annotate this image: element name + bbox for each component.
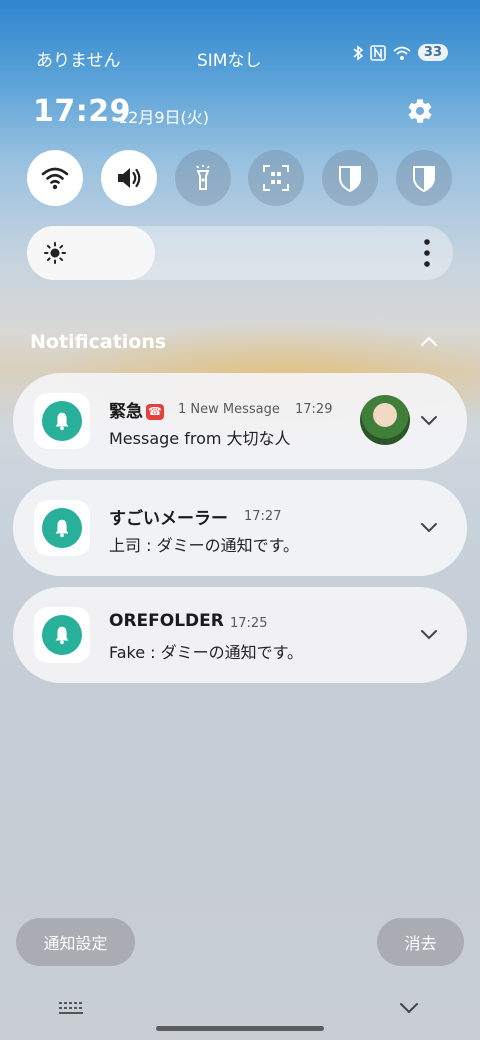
wifi-icon	[41, 167, 69, 190]
chevron-down-icon[interactable]	[419, 627, 439, 641]
qr-scan-icon	[263, 165, 289, 191]
speaker-icon	[118, 168, 141, 188]
settings-gear-icon[interactable]	[406, 97, 434, 125]
flashlight-icon	[196, 165, 210, 190]
notification-body: Fake : ダミーの通知です。	[109, 643, 304, 662]
wifi-toggle[interactable]	[27, 150, 83, 206]
notification-body: Message from 大切な人	[109, 429, 291, 448]
alarm-light-icon: ☎	[146, 404, 164, 420]
shield-icon	[339, 166, 361, 193]
notification-app-name: すごいメーラー	[109, 509, 228, 529]
app-icon	[34, 500, 90, 556]
notification-time: 17:29	[295, 402, 333, 417]
hide-panel-chevron-icon[interactable]	[398, 1000, 420, 1016]
keyboard-icon[interactable]	[58, 1000, 84, 1016]
shield-toggle-2[interactable]	[396, 150, 452, 206]
bell-icon	[55, 519, 69, 538]
home-indicator[interactable]	[156, 1026, 324, 1031]
sun-icon	[44, 242, 66, 264]
sim-label: SIMなし	[197, 51, 262, 71]
shield-toggle-1[interactable]	[322, 150, 378, 206]
notification-time: 17:27	[244, 509, 282, 524]
brightness-slider[interactable]	[27, 226, 453, 280]
bell-icon	[55, 626, 69, 645]
sender-avatar	[360, 395, 410, 445]
notification-body: 上司 : ダミーの通知です。	[109, 536, 299, 555]
bell-icon	[55, 412, 69, 431]
battery-badge: 33	[417, 44, 448, 61]
chevron-down-icon[interactable]	[419, 413, 439, 427]
clock: 17:29	[33, 94, 131, 129]
notification-card[interactable]: 緊急 ☎ 1 New Message 17:29 Message from 大切な…	[13, 373, 467, 469]
notification-app-name: OREFOLDER	[109, 611, 224, 631]
clear-button[interactable]: 消去	[377, 918, 464, 966]
notifications-heading: Notifications	[30, 331, 167, 353]
chevron-up-icon[interactable]	[418, 333, 440, 349]
notification-app-name: 緊急 ☎	[109, 397, 164, 422]
more-options-icon[interactable]	[423, 238, 431, 268]
chevron-down-icon[interactable]	[419, 520, 439, 534]
notification-settings-button[interactable]: 通知設定	[16, 918, 135, 966]
wifi-icon	[393, 46, 411, 60]
nfc-icon	[370, 44, 386, 61]
carrier-label: ありません	[36, 51, 121, 71]
notification-time: 17:25	[230, 616, 268, 631]
status-bar: ありません SIMなし 33	[0, 44, 480, 71]
qr-scanner-toggle[interactable]	[248, 150, 304, 206]
notification-card[interactable]: OREFOLDER 17:25 Fake : ダミーの通知です。	[13, 587, 467, 683]
shield-icon	[413, 166, 435, 193]
notification-meta: 1 New Message	[178, 402, 280, 417]
app-icon	[34, 393, 90, 449]
flashlight-toggle[interactable]	[175, 150, 231, 206]
app-icon	[34, 607, 90, 663]
bluetooth-icon	[353, 44, 364, 61]
status-icons: 33	[352, 44, 448, 61]
sound-toggle[interactable]	[101, 150, 157, 206]
date-label: 12月9日(火)	[118, 108, 210, 127]
notification-card[interactable]: すごいメーラー 17:27 上司 : ダミーの通知です。	[13, 480, 467, 576]
